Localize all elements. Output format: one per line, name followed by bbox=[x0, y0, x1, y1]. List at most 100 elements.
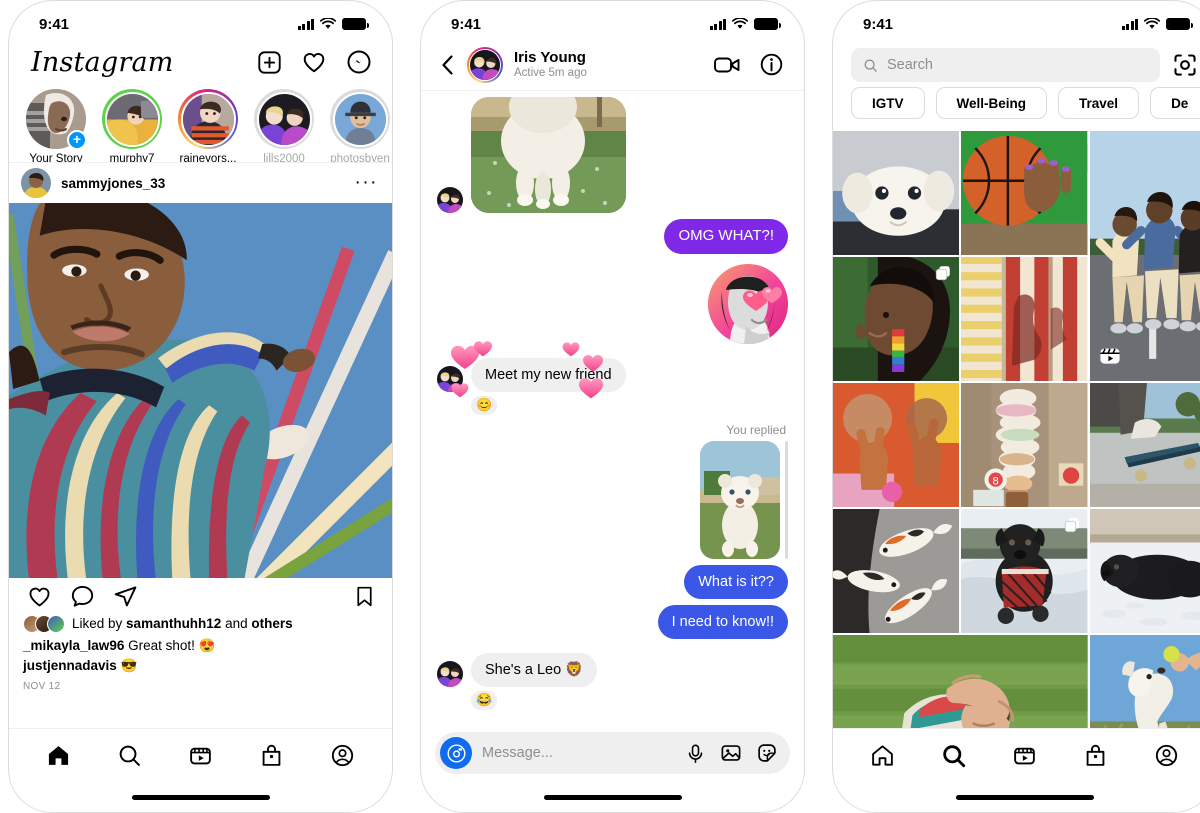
explore-grid-item[interactable] bbox=[833, 635, 1088, 728]
liked-by-row[interactable]: Liked by samanthuhh12 and others bbox=[23, 614, 378, 633]
explore-category-chips[interactable]: IGTV Well-Being Travel De bbox=[833, 87, 1200, 131]
comment-text: 😎 bbox=[116, 658, 138, 674]
explore-grid-item[interactable] bbox=[833, 257, 960, 381]
explore-grid-item[interactable] bbox=[1089, 635, 1200, 728]
profile-circle-icon[interactable] bbox=[1154, 743, 1179, 768]
message-bubble-outgoing[interactable]: I need to know!! bbox=[657, 604, 788, 640]
chip-travel[interactable]: Travel bbox=[1058, 87, 1140, 119]
story-item-murphy7[interactable]: murphy7 bbox=[99, 89, 165, 163]
comment-row: justjennadavis 😎 bbox=[23, 656, 378, 675]
story-username: murphy7 bbox=[109, 153, 155, 163]
message-bubble-incoming[interactable]: She's a Leo 🦁 bbox=[471, 653, 598, 688]
message-reaction[interactable]: 😊 bbox=[471, 395, 498, 415]
message-bubble-outgoing[interactable]: What is it?? bbox=[684, 564, 788, 599]
dm-header-icons bbox=[713, 52, 784, 77]
message-bubble-incoming[interactable]: Meet my new friend bbox=[471, 357, 626, 392]
explore-grid-item[interactable] bbox=[1089, 509, 1200, 633]
scan-code-icon[interactable] bbox=[1172, 52, 1198, 78]
explore-grid[interactable]: 8 bbox=[833, 131, 1200, 728]
wifi-icon bbox=[732, 18, 748, 29]
reply-indicator-bar bbox=[785, 440, 788, 559]
sticker-icon[interactable] bbox=[756, 742, 778, 764]
message-row: She's a Leo 🦁 bbox=[437, 653, 788, 688]
search-icon[interactable] bbox=[941, 743, 967, 769]
explore-grid-item[interactable] bbox=[961, 131, 1088, 255]
instagram-wordmark[interactable]: Instagram bbox=[31, 47, 174, 78]
cellular-bars-icon bbox=[709, 18, 726, 30]
explore-grid-item[interactable] bbox=[1089, 383, 1200, 507]
liked-by-username[interactable]: samanthuhh12 bbox=[126, 616, 221, 631]
message-reaction[interactable]: 😂 bbox=[471, 691, 498, 711]
message-thread[interactable]: OMG WHAT?! Meet my new friend 😊 You repl… bbox=[421, 91, 804, 724]
search-icon bbox=[864, 59, 877, 72]
camera-icon[interactable] bbox=[440, 737, 472, 769]
message-avatar-sticker[interactable] bbox=[708, 263, 788, 344]
save-bookmark-icon[interactable] bbox=[353, 585, 376, 608]
chip-well-being[interactable]: Well-Being bbox=[935, 87, 1048, 119]
add-story-badge[interactable]: + bbox=[67, 130, 87, 150]
avatar[interactable] bbox=[21, 168, 51, 198]
liked-by-text: Liked by samanthuhh12 and others bbox=[72, 614, 293, 633]
message-row: OMG WHAT?! bbox=[437, 219, 788, 254]
explore-grid-item[interactable] bbox=[833, 383, 960, 507]
post-username[interactable]: sammyjones_33 bbox=[61, 176, 345, 191]
message-row: Meet my new friend bbox=[437, 340, 788, 399]
message-bubble-outgoing[interactable]: OMG WHAT?! bbox=[664, 219, 788, 254]
reels-icon[interactable] bbox=[188, 743, 213, 768]
chevron-left-icon[interactable] bbox=[439, 53, 456, 77]
microphone-icon[interactable] bbox=[685, 743, 706, 764]
comment-icon[interactable] bbox=[70, 584, 95, 609]
like-icon[interactable] bbox=[27, 584, 52, 609]
video-call-icon[interactable] bbox=[713, 53, 741, 77]
contact-info[interactable]: Iris Young Active 5m ago bbox=[514, 49, 702, 80]
search-input[interactable]: Search bbox=[851, 48, 1160, 82]
phone-explore-screen: 9:41 Search IGTV Well-Being Travel De 8 bbox=[832, 0, 1200, 813]
message-reply-photo[interactable] bbox=[700, 440, 780, 559]
comment-text: Great shot! 😍 bbox=[124, 638, 216, 654]
explore-grid-item[interactable] bbox=[961, 257, 1088, 381]
profile-circle-icon[interactable] bbox=[330, 743, 355, 768]
liked-by-middle: and bbox=[221, 616, 252, 631]
home-indicator bbox=[9, 782, 392, 812]
comment-username[interactable]: justjennadavis bbox=[23, 658, 117, 673]
story-item-your-story[interactable]: + Your Story bbox=[23, 89, 89, 162]
stories-tray[interactable]: + Your Story murphy7 raineyors... lills2… bbox=[9, 85, 392, 163]
comment-username[interactable]: _mikayla_law96 bbox=[23, 638, 124, 653]
reels-icon[interactable] bbox=[1012, 743, 1037, 768]
story-username: lills2000 bbox=[263, 153, 305, 163]
story-item-raineyors[interactable]: raineyors... bbox=[175, 89, 241, 162]
home-icon[interactable] bbox=[870, 743, 895, 768]
home-icon[interactable] bbox=[46, 743, 71, 768]
chip-igtv[interactable]: IGTV bbox=[851, 87, 925, 119]
gallery-image-icon[interactable] bbox=[720, 742, 742, 764]
explore-grid-item[interactable] bbox=[1089, 131, 1200, 381]
search-icon[interactable] bbox=[117, 743, 142, 768]
cellular-bars-icon bbox=[297, 18, 314, 30]
explore-grid-item[interactable] bbox=[961, 509, 1088, 633]
you-replied-label: You replied bbox=[726, 422, 786, 437]
explore-grid-item[interactable] bbox=[833, 509, 960, 633]
chip-decor[interactable]: De bbox=[1150, 87, 1200, 119]
post-image[interactable] bbox=[9, 203, 392, 578]
story-item-lills2000[interactable]: lills2000 bbox=[251, 89, 317, 163]
new-post-icon[interactable] bbox=[257, 50, 282, 75]
share-icon[interactable] bbox=[113, 584, 138, 609]
shop-bag-icon[interactable] bbox=[1083, 743, 1108, 768]
contact-avatar[interactable] bbox=[467, 46, 503, 83]
explore-grid-item[interactable]: 8 bbox=[961, 383, 1088, 507]
avatar bbox=[104, 91, 160, 147]
liked-by-others[interactable]: others bbox=[251, 616, 292, 631]
post-meta: Liked by samanthuhh12 and others _mikayl… bbox=[9, 614, 392, 695]
message-photo[interactable] bbox=[471, 97, 626, 213]
avatar bbox=[256, 91, 312, 147]
info-icon[interactable] bbox=[759, 52, 784, 77]
post-more-options-icon[interactable]: ··· bbox=[355, 173, 378, 192]
messenger-icon[interactable] bbox=[346, 49, 372, 75]
activity-heart-icon[interactable] bbox=[301, 49, 327, 75]
shop-bag-icon[interactable] bbox=[259, 743, 284, 768]
story-item-photosbyen[interactable]: photosbyen bbox=[327, 89, 392, 162]
story-ring bbox=[178, 89, 238, 149]
explore-grid-item[interactable] bbox=[833, 131, 960, 255]
three-phone-mockups: 9:41 Instagram + Your Story murphy7 rain… bbox=[0, 0, 1200, 813]
message-input[interactable]: Message... bbox=[482, 745, 675, 761]
